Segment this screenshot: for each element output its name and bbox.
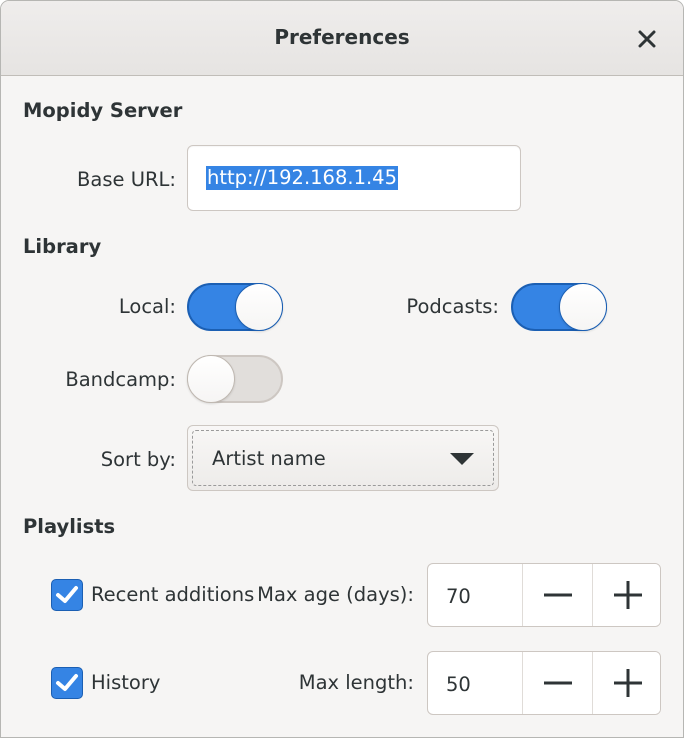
max-age-value[interactable]: 70 <box>446 585 471 608</box>
preferences-dialog: Preferences Mopidy Server Base URL: http… <box>0 0 684 738</box>
base-url-value: http://192.168.1.45 <box>206 166 398 190</box>
max-length-spinbutton[interactable]: 50 <box>427 651 661 715</box>
podcasts-switch-knob <box>559 283 607 331</box>
minus-icon <box>544 593 572 597</box>
bandcamp-switch[interactable] <box>187 355 283 403</box>
max-age-decrease-button[interactable] <box>522 564 593 626</box>
sort-by-value: Artist name <box>212 447 326 470</box>
bandcamp-switch-knob <box>187 355 235 403</box>
close-icon <box>638 30 656 48</box>
max-age-label: Max age (days): <box>257 583 414 606</box>
podcasts-switch[interactable] <box>511 283 607 331</box>
section-heading-server: Mopidy Server <box>23 99 183 122</box>
sort-by-dropdown[interactable]: Artist name <box>187 425 499 491</box>
plus-icon <box>614 669 642 697</box>
local-label: Local: <box>118 295 176 318</box>
base-url-label: Base URL: <box>77 168 176 191</box>
history-label[interactable]: History <box>91 671 160 694</box>
recent-additions-label[interactable]: Recent additions <box>91 583 254 606</box>
window-title: Preferences <box>274 25 410 49</box>
base-url-input[interactable]: http://192.168.1.45 <box>187 145 521 211</box>
max-age-increase-button[interactable] <box>592 564 660 626</box>
local-switch-knob <box>235 283 283 331</box>
chevron-down-icon <box>450 453 474 465</box>
check-icon <box>56 674 78 691</box>
max-length-increase-button[interactable] <box>592 652 660 714</box>
podcasts-label: Podcasts: <box>406 295 499 318</box>
close-button[interactable] <box>631 23 663 55</box>
minus-icon <box>544 681 572 685</box>
title-bar: Preferences <box>1 1 683 76</box>
section-heading-playlists: Playlists <box>23 515 116 538</box>
sort-by-label: Sort by: <box>100 448 176 471</box>
max-length-decrease-button[interactable] <box>522 652 593 714</box>
plus-icon <box>614 581 642 609</box>
max-length-value[interactable]: 50 <box>446 673 471 696</box>
bandcamp-label: Bandcamp: <box>65 368 176 391</box>
check-icon <box>56 586 78 603</box>
max-age-spinbutton[interactable]: 70 <box>427 563 661 627</box>
history-checkbox[interactable] <box>51 667 83 699</box>
recent-additions-checkbox[interactable] <box>51 579 83 611</box>
max-length-label: Max length: <box>298 671 414 694</box>
section-heading-library: Library <box>23 235 102 258</box>
local-switch[interactable] <box>187 283 283 331</box>
